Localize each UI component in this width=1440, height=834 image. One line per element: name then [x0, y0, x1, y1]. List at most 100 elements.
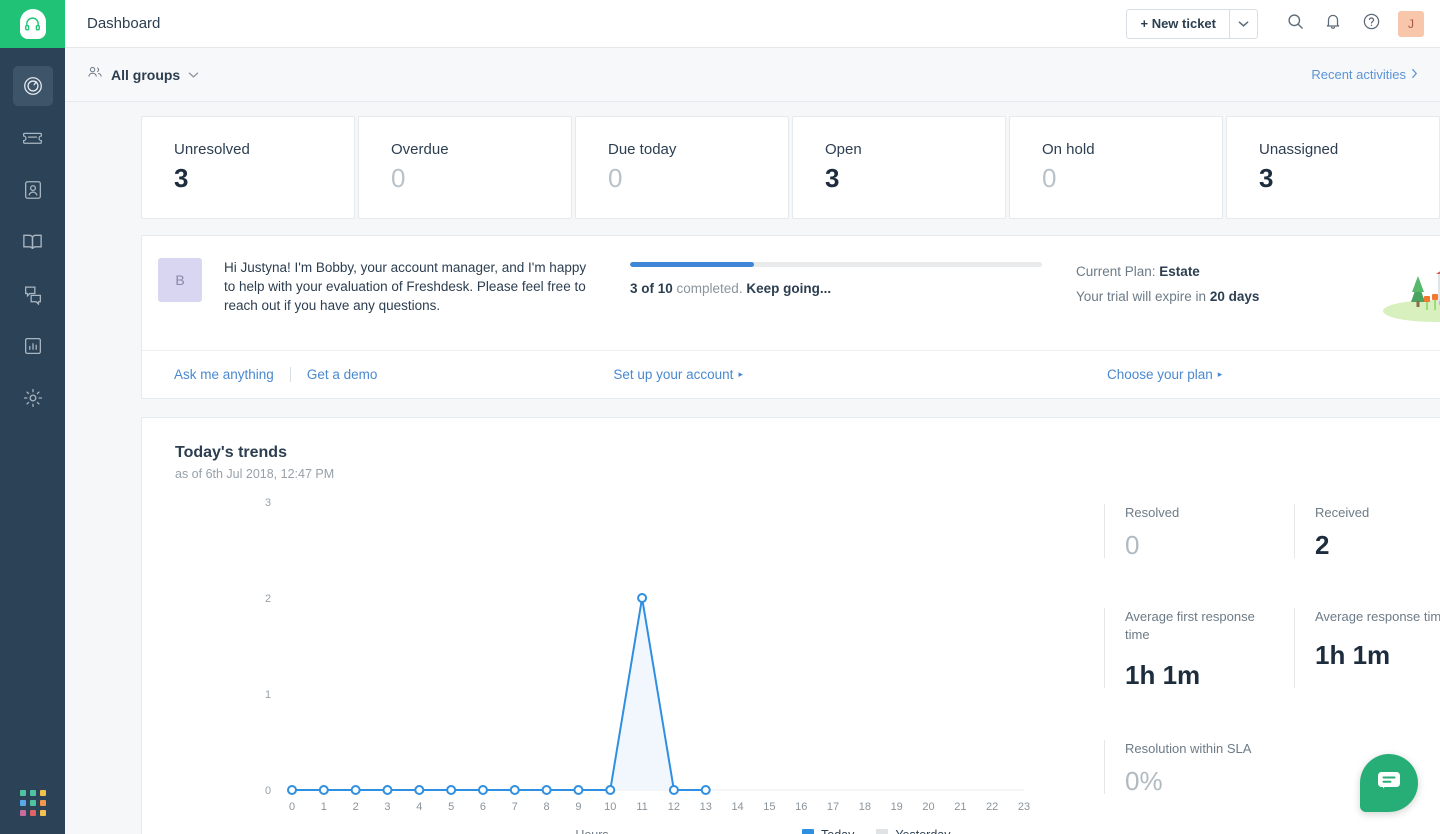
search-button[interactable] [1276, 5, 1314, 43]
groups-filter-dropdown[interactable]: All groups [87, 65, 199, 84]
metric-card-unresolved[interactable]: Unresolved 3 [141, 116, 355, 219]
link-divider [289, 367, 291, 382]
stat-resolved: Resolved 0 [1104, 504, 1294, 558]
progress-track [630, 262, 1042, 267]
choose-plan-label: Choose your plan [1106, 367, 1213, 382]
svg-text:11: 11 [636, 801, 647, 813]
stat-value: 1h 1m [1315, 640, 1391, 670]
svg-text:14: 14 [731, 801, 743, 813]
trends-stats: Resolved 0 Received 2 Average first resp… [1104, 504, 1440, 794]
svg-text:12: 12 [668, 801, 680, 813]
svg-text:23: 23 [1018, 801, 1030, 813]
freshdesk-dashboard: Dashboard + New ticket J All groups Rece… [0, 0, 1440, 834]
app-logo[interactable] [0, 0, 65, 48]
legend-item-yesterday[interactable]: Yesterday [876, 828, 951, 834]
sidebar-item-contacts[interactable] [13, 170, 53, 210]
help-button[interactable] [1352, 5, 1390, 43]
arrow-right-icon: ▸ [1217, 369, 1223, 379]
apps-grid-icon[interactable] [19, 790, 46, 816]
metric-value: 0 [1042, 163, 1057, 193]
stat-resolution-within-sla: Resolution within SLA 0% [1104, 740, 1294, 794]
stat-value: 2 [1315, 530, 1330, 560]
trial-prefix: Your trial will expire in [1076, 289, 1210, 304]
metric-card-due-today[interactable]: Due today 0 [575, 116, 789, 219]
get-a-demo-link[interactable]: Get a demo [307, 367, 378, 382]
sidebar-item-solutions[interactable] [13, 222, 53, 262]
stat-average-first-response-time: Average first response time 1h 1m [1104, 608, 1294, 688]
metric-card-overdue[interactable]: Overdue 0 [358, 116, 572, 219]
progress-completed-label: completed. [672, 281, 747, 296]
svg-text:8: 8 [544, 801, 550, 813]
onboarding-banner: B Hi Justyna! I'm Bobby, your account ma… [141, 235, 1440, 399]
chevron-down-icon [1238, 15, 1249, 33]
user-avatar[interactable]: J [1398, 10, 1424, 37]
trends-line-chart[interactable]: 01230 1 2 3 4 5 6 7 8 9 10 11 12 13 14 15 16 17 18 19 20 21 22… [142, 478, 1042, 834]
stat-value: 0 [1125, 530, 1140, 560]
svg-text:22: 22 [986, 801, 998, 813]
svg-text:4: 4 [416, 801, 422, 813]
sidebar-item-admin[interactable] [13, 378, 53, 418]
svg-text:5: 5 [448, 801, 454, 813]
trends-chart: 0 1 2 3 0 1 2 3 4 5 6 7 8 9 10 11 12 13 14 15 16 17 18 19 20 21 22… [142, 478, 1042, 834]
sidebar-item-reports[interactable] [13, 326, 53, 366]
svg-text:15: 15 [763, 801, 775, 813]
chat-windows-icon [22, 283, 44, 305]
svg-text:0: 0 [289, 801, 295, 813]
legend-item-today[interactable]: Today [802, 828, 854, 834]
svg-text:3: 3 [265, 497, 271, 509]
legend-label-yesterday: Yesterday [895, 828, 950, 834]
svg-text:3: 3 [384, 801, 390, 813]
stat-label: Average first response time [1125, 609, 1255, 642]
legend-swatch-today [802, 829, 814, 834]
recent-activities-link[interactable]: Recent activities [1311, 67, 1418, 82]
account-manager-message: Hi Justyna! I'm Bobby, your account mana… [224, 260, 587, 313]
stats-row-2: Average first response time 1h 1m Averag… [1104, 608, 1440, 688]
stat-value: 1h 1m [1125, 660, 1201, 690]
stats-row-1: Resolved 0 Received 2 [1104, 504, 1440, 558]
sidebar-item-dashboard[interactable] [12, 66, 53, 106]
metric-card-on-hold[interactable]: On hold 0 [1009, 116, 1223, 219]
notifications-button[interactable] [1314, 5, 1352, 43]
sidebar-item-forums[interactable] [13, 274, 53, 314]
metric-label: Unassigned [1259, 141, 1339, 158]
svg-text:18: 18 [859, 801, 871, 813]
stat-label: Average response time [1315, 609, 1440, 624]
svg-text:1: 1 [321, 801, 327, 813]
ask-me-anything-label: Ask me anything [174, 367, 274, 382]
page-title: Dashboard [87, 15, 161, 32]
metric-value: 3 [825, 163, 840, 193]
metric-value: 0 [391, 163, 406, 193]
svg-text:17: 17 [827, 801, 839, 813]
chat-bubble-icon [1377, 771, 1401, 796]
svg-text:16: 16 [795, 801, 807, 813]
metric-value: 0 [608, 163, 623, 193]
bar-chart-icon [22, 335, 44, 357]
metric-label: Open [825, 141, 862, 158]
dashboard-content: Unresolved 3 Overdue 0 Due today 0 Open … [65, 102, 1440, 834]
stat-label: Resolution within SLA [1125, 741, 1252, 756]
metric-cards-row: Unresolved 3 Overdue 0 Due today 0 Open … [65, 102, 1440, 219]
metric-label: On hold [1042, 141, 1095, 158]
metric-card-unassigned[interactable]: Unassigned 3 [1226, 116, 1440, 219]
banner-links-row: Ask me anything Get a demo Set up your a… [142, 350, 1440, 398]
metric-card-open[interactable]: Open 3 [792, 116, 1006, 219]
svg-text:21: 21 [954, 801, 966, 813]
ask-me-anything-link[interactable]: Ask me anything [174, 367, 274, 382]
chat-widget-button[interactable] [1360, 754, 1418, 812]
sidebar-item-tickets[interactable] [13, 118, 53, 158]
progress-keep-going: Keep going... [746, 281, 832, 296]
new-ticket-button[interactable]: + New ticket [1126, 8, 1230, 39]
search-icon [1286, 12, 1305, 36]
set-up-your-account-link[interactable]: Set up your account ▸ [613, 367, 743, 382]
gear-icon [22, 387, 44, 409]
header-actions: + New ticket J [1126, 5, 1424, 43]
trial-expiry-line: Your trial will expire in 20 days [1076, 289, 1376, 304]
choose-your-plan-link[interactable]: Choose your plan ▸ [1107, 367, 1222, 382]
svg-text:10: 10 [604, 801, 616, 813]
plan-info: Current Plan: Estate Your trial will exp… [1076, 258, 1376, 314]
house-landscape-illustration-icon [1380, 258, 1440, 324]
top-header: Dashboard + New ticket J [65, 0, 1440, 48]
new-ticket-dropdown-button[interactable] [1230, 8, 1258, 39]
filter-bar: All groups Recent activities [65, 48, 1440, 102]
main-area: Dashboard + New ticket J All groups Rece… [65, 0, 1440, 834]
